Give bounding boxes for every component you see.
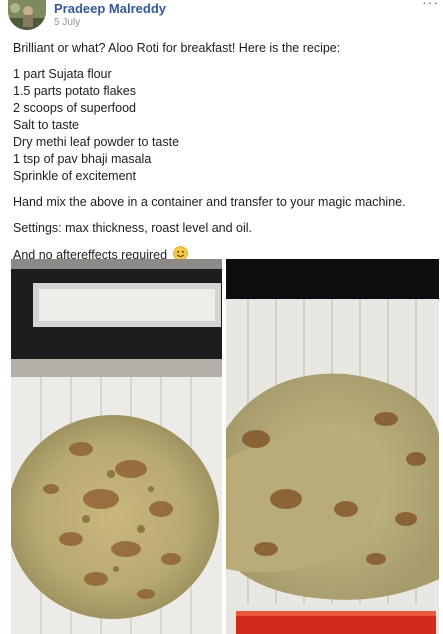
more-options-icon[interactable]: ···	[422, 0, 439, 10]
post-intro: Brilliant or what? Aloo Roti for breakfa…	[13, 41, 341, 55]
ingredient-item: 1 tsp of pav bhaji masala	[13, 152, 152, 166]
avatar[interactable]	[8, 0, 46, 30]
author-name[interactable]: Pradeep Malreddy	[54, 1, 166, 16]
post-photo[interactable]	[226, 259, 439, 634]
ingredient-item: 2 scoops of superfood	[13, 101, 136, 115]
post-settings: Settings: max thickness, roast level and…	[13, 221, 253, 235]
post-instructions: Hand mix the above in a container and tr…	[13, 195, 406, 209]
ingredient-item: Salt to taste	[13, 118, 80, 132]
post-date[interactable]: 5 July	[54, 17, 80, 28]
ingredient-item: 1 part Sujata flour	[13, 67, 112, 81]
post-photo[interactable]	[11, 259, 222, 634]
ingredient-list: 1 part Sujata flour 1.5 parts potato fla…	[13, 66, 438, 185]
ingredient-item: Dry methi leaf powder to taste	[13, 135, 180, 149]
post-text: Brilliant or what? Aloo Roti for breakfa…	[13, 40, 438, 266]
ingredient-item: 1.5 parts potato flakes	[13, 84, 136, 98]
ingredient-item: Sprinkle of excitement	[13, 169, 136, 183]
post-header: Pradeep Malreddy 5 July ···	[0, 0, 443, 34]
